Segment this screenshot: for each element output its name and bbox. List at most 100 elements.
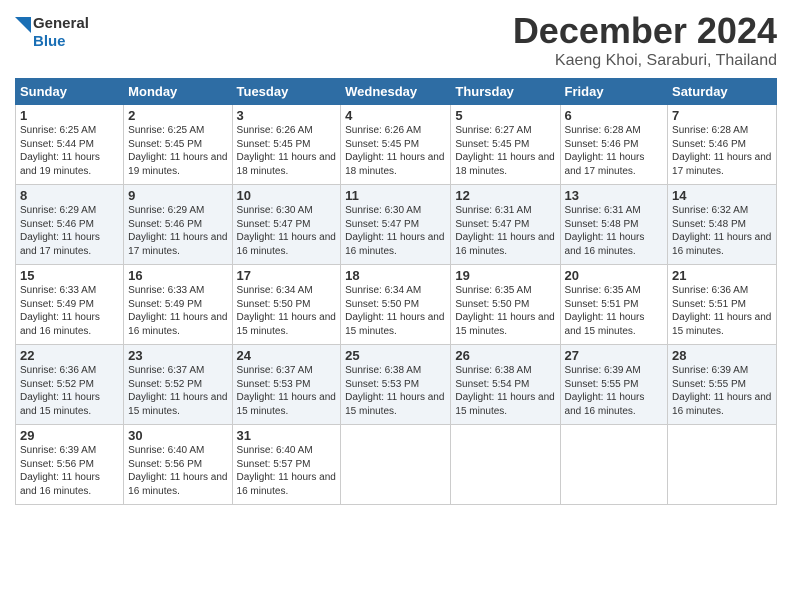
- day-number: 9: [128, 188, 227, 203]
- day-info: Sunrise: 6:39 AM Sunset: 5:55 PM Dayligh…: [565, 364, 664, 418]
- day-number: 13: [565, 188, 664, 203]
- table-row: [451, 425, 560, 505]
- month-title: December 2024: [513, 10, 777, 52]
- header-wednesday: Wednesday: [341, 79, 451, 105]
- header-thursday: Thursday: [451, 79, 560, 105]
- day-number: 25: [345, 348, 446, 363]
- day-number: 30: [128, 428, 227, 443]
- calendar-header-row: Sunday Monday Tuesday Wednesday Thursday…: [16, 79, 777, 105]
- table-row: 28 Sunrise: 6:39 AM Sunset: 5:55 PM Dayl…: [668, 345, 777, 425]
- day-info: Sunrise: 6:37 AM Sunset: 5:52 PM Dayligh…: [128, 364, 227, 418]
- table-row: 14 Sunrise: 6:32 AM Sunset: 5:48 PM Dayl…: [668, 185, 777, 265]
- header-tuesday: Tuesday: [232, 79, 341, 105]
- location: Kaeng Khoi, Saraburi, Thailand: [513, 52, 777, 70]
- table-row: 27 Sunrise: 6:39 AM Sunset: 5:55 PM Dayl…: [560, 345, 668, 425]
- logo-line2: Blue: [33, 33, 89, 51]
- day-number: 24: [237, 348, 337, 363]
- day-info: Sunrise: 6:31 AM Sunset: 5:48 PM Dayligh…: [565, 204, 664, 258]
- table-row: [560, 425, 668, 505]
- table-row: 15 Sunrise: 6:33 AM Sunset: 5:49 PM Dayl…: [16, 265, 124, 345]
- calendar-week-row: 8 Sunrise: 6:29 AM Sunset: 5:46 PM Dayli…: [16, 185, 777, 265]
- day-info: Sunrise: 6:27 AM Sunset: 5:45 PM Dayligh…: [455, 124, 555, 178]
- day-info: Sunrise: 6:39 AM Sunset: 5:56 PM Dayligh…: [20, 444, 119, 498]
- day-number: 20: [565, 268, 664, 283]
- calendar-table: Sunday Monday Tuesday Wednesday Thursday…: [15, 78, 777, 505]
- day-info: Sunrise: 6:33 AM Sunset: 5:49 PM Dayligh…: [20, 284, 119, 338]
- table-row: 22 Sunrise: 6:36 AM Sunset: 5:52 PM Dayl…: [16, 345, 124, 425]
- day-info: Sunrise: 6:40 AM Sunset: 5:56 PM Dayligh…: [128, 444, 227, 498]
- table-row: 21 Sunrise: 6:36 AM Sunset: 5:51 PM Dayl…: [668, 265, 777, 345]
- day-number: 16: [128, 268, 227, 283]
- table-row: 16 Sunrise: 6:33 AM Sunset: 5:49 PM Dayl…: [124, 265, 232, 345]
- day-info: Sunrise: 6:29 AM Sunset: 5:46 PM Dayligh…: [128, 204, 227, 258]
- table-row: 11 Sunrise: 6:30 AM Sunset: 5:47 PM Dayl…: [341, 185, 451, 265]
- logo-line1: General: [33, 15, 89, 33]
- day-number: 7: [672, 108, 772, 123]
- day-info: Sunrise: 6:34 AM Sunset: 5:50 PM Dayligh…: [237, 284, 337, 338]
- table-row: 25 Sunrise: 6:38 AM Sunset: 5:53 PM Dayl…: [341, 345, 451, 425]
- day-info: Sunrise: 6:25 AM Sunset: 5:44 PM Dayligh…: [20, 124, 119, 178]
- table-row: [341, 425, 451, 505]
- day-number: 17: [237, 268, 337, 283]
- header-saturday: Saturday: [668, 79, 777, 105]
- day-info: Sunrise: 6:30 AM Sunset: 5:47 PM Dayligh…: [345, 204, 446, 258]
- header-friday: Friday: [560, 79, 668, 105]
- page-container: General Blue December 2024 Kaeng Khoi, S…: [0, 0, 792, 510]
- day-number: 29: [20, 428, 119, 443]
- day-number: 4: [345, 108, 446, 123]
- day-info: Sunrise: 6:30 AM Sunset: 5:47 PM Dayligh…: [237, 204, 337, 258]
- header-monday: Monday: [124, 79, 232, 105]
- day-number: 11: [345, 188, 446, 203]
- day-info: Sunrise: 6:38 AM Sunset: 5:54 PM Dayligh…: [455, 364, 555, 418]
- day-number: 10: [237, 188, 337, 203]
- table-row: 4 Sunrise: 6:26 AM Sunset: 5:45 PM Dayli…: [341, 105, 451, 185]
- calendar-week-row: 29 Sunrise: 6:39 AM Sunset: 5:56 PM Dayl…: [16, 425, 777, 505]
- table-row: 6 Sunrise: 6:28 AM Sunset: 5:46 PM Dayli…: [560, 105, 668, 185]
- day-info: Sunrise: 6:32 AM Sunset: 5:48 PM Dayligh…: [672, 204, 772, 258]
- title-area: December 2024 Kaeng Khoi, Saraburi, Thai…: [513, 10, 777, 70]
- table-row: 1 Sunrise: 6:25 AM Sunset: 5:44 PM Dayli…: [16, 105, 124, 185]
- table-row: 26 Sunrise: 6:38 AM Sunset: 5:54 PM Dayl…: [451, 345, 560, 425]
- day-number: 28: [672, 348, 772, 363]
- table-row: 13 Sunrise: 6:31 AM Sunset: 5:48 PM Dayl…: [560, 185, 668, 265]
- table-row: 31 Sunrise: 6:40 AM Sunset: 5:57 PM Dayl…: [232, 425, 341, 505]
- day-info: Sunrise: 6:39 AM Sunset: 5:55 PM Dayligh…: [672, 364, 772, 418]
- day-number: 6: [565, 108, 664, 123]
- day-info: Sunrise: 6:26 AM Sunset: 5:45 PM Dayligh…: [237, 124, 337, 178]
- table-row: 3 Sunrise: 6:26 AM Sunset: 5:45 PM Dayli…: [232, 105, 341, 185]
- day-number: 14: [672, 188, 772, 203]
- day-number: 18: [345, 268, 446, 283]
- table-row: 30 Sunrise: 6:40 AM Sunset: 5:56 PM Dayl…: [124, 425, 232, 505]
- day-number: 21: [672, 268, 772, 283]
- header-sunday: Sunday: [16, 79, 124, 105]
- table-row: [668, 425, 777, 505]
- day-number: 2: [128, 108, 227, 123]
- day-number: 31: [237, 428, 337, 443]
- day-info: Sunrise: 6:31 AM Sunset: 5:47 PM Dayligh…: [455, 204, 555, 258]
- table-row: 2 Sunrise: 6:25 AM Sunset: 5:45 PM Dayli…: [124, 105, 232, 185]
- day-number: 26: [455, 348, 555, 363]
- table-row: 5 Sunrise: 6:27 AM Sunset: 5:45 PM Dayli…: [451, 105, 560, 185]
- day-info: Sunrise: 6:29 AM Sunset: 5:46 PM Dayligh…: [20, 204, 119, 258]
- table-row: 18 Sunrise: 6:34 AM Sunset: 5:50 PM Dayl…: [341, 265, 451, 345]
- day-info: Sunrise: 6:26 AM Sunset: 5:45 PM Dayligh…: [345, 124, 446, 178]
- logo-triangle-icon: [15, 17, 31, 49]
- day-info: Sunrise: 6:35 AM Sunset: 5:51 PM Dayligh…: [565, 284, 664, 338]
- day-info: Sunrise: 6:35 AM Sunset: 5:50 PM Dayligh…: [455, 284, 555, 338]
- day-number: 8: [20, 188, 119, 203]
- table-row: 23 Sunrise: 6:37 AM Sunset: 5:52 PM Dayl…: [124, 345, 232, 425]
- day-info: Sunrise: 6:25 AM Sunset: 5:45 PM Dayligh…: [128, 124, 227, 178]
- day-number: 15: [20, 268, 119, 283]
- table-row: 17 Sunrise: 6:34 AM Sunset: 5:50 PM Dayl…: [232, 265, 341, 345]
- table-row: 29 Sunrise: 6:39 AM Sunset: 5:56 PM Dayl…: [16, 425, 124, 505]
- day-number: 23: [128, 348, 227, 363]
- day-info: Sunrise: 6:34 AM Sunset: 5:50 PM Dayligh…: [345, 284, 446, 338]
- day-info: Sunrise: 6:36 AM Sunset: 5:52 PM Dayligh…: [20, 364, 119, 418]
- calendar-week-row: 22 Sunrise: 6:36 AM Sunset: 5:52 PM Dayl…: [16, 345, 777, 425]
- logo: General Blue: [15, 15, 89, 51]
- table-row: 7 Sunrise: 6:28 AM Sunset: 5:46 PM Dayli…: [668, 105, 777, 185]
- day-info: Sunrise: 6:28 AM Sunset: 5:46 PM Dayligh…: [565, 124, 664, 178]
- table-row: 19 Sunrise: 6:35 AM Sunset: 5:50 PM Dayl…: [451, 265, 560, 345]
- day-info: Sunrise: 6:28 AM Sunset: 5:46 PM Dayligh…: [672, 124, 772, 178]
- day-info: Sunrise: 6:40 AM Sunset: 5:57 PM Dayligh…: [237, 444, 337, 498]
